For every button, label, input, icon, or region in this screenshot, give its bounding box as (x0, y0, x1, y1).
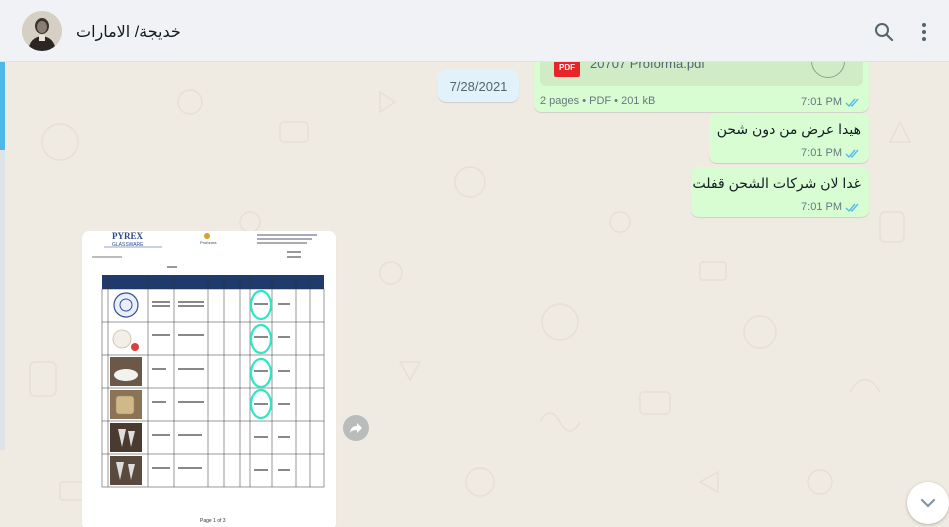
contact-photo-icon (22, 11, 62, 51)
doc-footer-text: Page 1 of 3 (200, 518, 226, 524)
pdf-file-icon: PDF (554, 62, 580, 77)
message-text: هيدا عرض من دون شحن (716, 121, 861, 137)
message-meta: 7:01 PM (801, 201, 861, 213)
side-panel-edge (0, 62, 5, 150)
proforma-document-image[interactable]: PYREX GLASSWARE Proforma Page 1 of 3 (82, 231, 336, 527)
message-meta: 7:01 PM (801, 96, 861, 108)
contact-avatar[interactable] (22, 11, 62, 51)
svg-text:PYREX: PYREX (112, 231, 143, 241)
outgoing-message[interactable]: هيدا عرض من دون شحن 7:01 PM (709, 113, 869, 163)
message-time: 7:01 PM (801, 201, 842, 213)
message-text: غدا لان شركات الشحن قفلت (692, 175, 861, 191)
menu-button[interactable] (912, 20, 936, 44)
pdf-file-info: 2 pages • PDF • 201 kB (540, 95, 656, 107)
chat-panel[interactable]: PDF 20707 Proforma.pdf 2 pages • PDF • 2… (0, 62, 949, 527)
forward-icon (350, 423, 362, 433)
message-time: 7:01 PM (801, 147, 842, 159)
date-separator: 7/28/2021 (438, 70, 519, 102)
search-button[interactable] (872, 20, 896, 44)
pdf-message-bubble[interactable]: PDF 20707 Proforma.pdf 2 pages • PDF • 2… (534, 62, 869, 112)
doc-company-text: Proforma (200, 240, 217, 245)
message-meta: 7:01 PM (801, 147, 861, 159)
side-panel-edge-lower (0, 150, 5, 450)
read-ticks-icon (845, 98, 859, 107)
read-ticks-icon (845, 203, 859, 212)
download-icon[interactable] (811, 62, 845, 78)
search-icon (875, 23, 894, 42)
message-time: 7:01 PM (801, 96, 842, 108)
pdf-file-card[interactable]: PDF 20707 Proforma.pdf (540, 62, 863, 86)
kebab-menu-icon (922, 23, 926, 41)
outgoing-message[interactable]: غدا لان شركات الشحن قفلت 7:01 PM (691, 167, 869, 217)
chat-header: خديجة/ الامارات (0, 0, 949, 62)
scroll-to-bottom-button[interactable] (907, 482, 949, 524)
forward-button[interactable] (343, 415, 369, 441)
pdf-file-name: 20707 Proforma.pdf (590, 62, 705, 71)
contact-name[interactable]: خديجة/ الامارات (76, 22, 181, 42)
image-message-bubble[interactable]: PYREX GLASSWARE Proforma Page 1 of 3 (82, 231, 336, 527)
chevron-down-icon (920, 498, 936, 508)
read-ticks-icon (845, 149, 859, 158)
